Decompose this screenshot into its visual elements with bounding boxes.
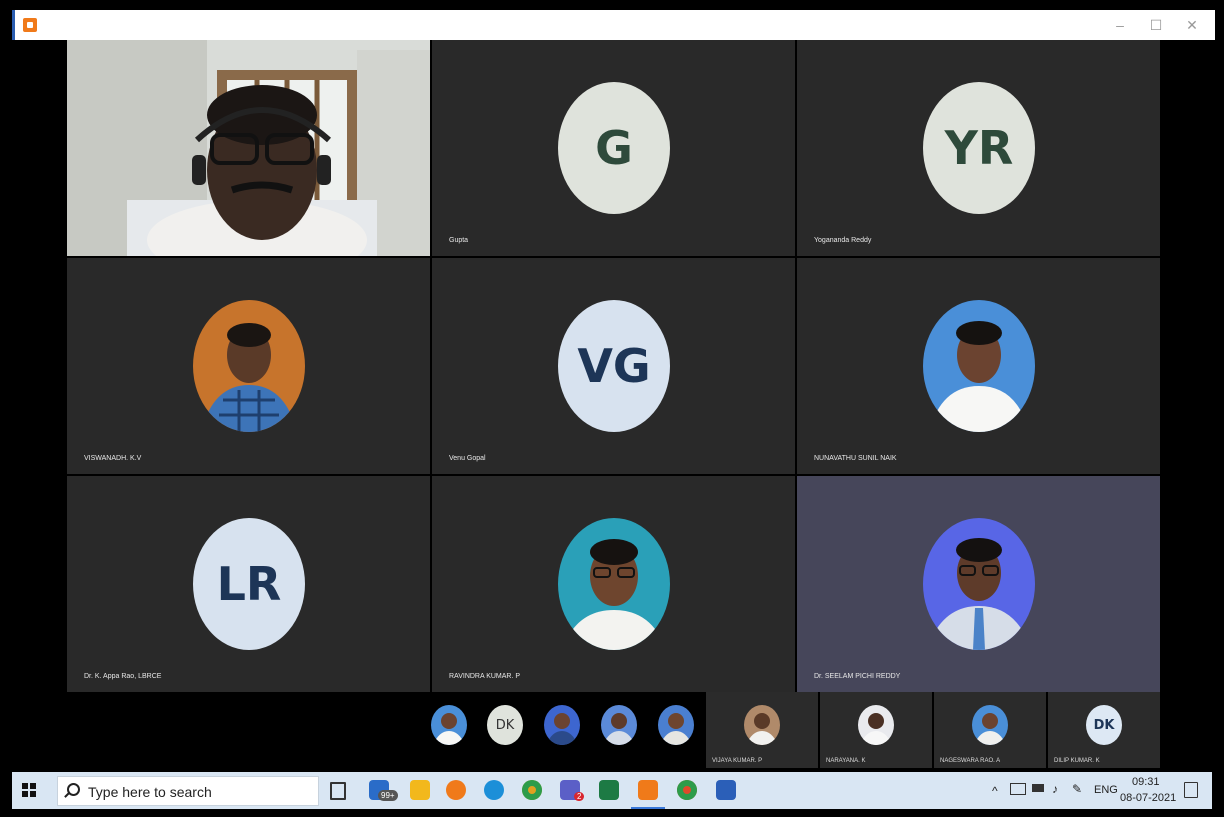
participant-tile[interactable]: G Gupta <box>432 40 795 256</box>
participant-thumbnail[interactable] <box>431 705 467 745</box>
app-icon <box>23 18 37 32</box>
battery-icon[interactable] <box>1032 784 1044 792</box>
participant-photo <box>193 300 305 432</box>
participant-tile[interactable]: YR Yogananda Reddy <box>797 40 1160 256</box>
participant-avatar: YR <box>923 82 1035 214</box>
avatar-initials: LR <box>216 557 282 611</box>
participant-photo <box>558 518 670 650</box>
mail-badge: 99+ <box>378 790 398 801</box>
volume-icon[interactable]: ♪ <box>1052 782 1058 796</box>
participant-photo <box>858 705 894 745</box>
participant-avatar: VG <box>558 300 670 432</box>
participant-avatar: DK <box>1086 705 1122 745</box>
network-icon[interactable] <box>1010 783 1026 795</box>
teams-badge: 2 <box>574 792 585 801</box>
participant-video <box>67 40 430 256</box>
participant-thumbnail[interactable]: DK DILIP KUMAR. K <box>1048 692 1160 768</box>
participant-thumbnail[interactable] <box>658 705 694 745</box>
active-app-indicator <box>631 807 665 809</box>
participant-name: RAVINDRA KUMAR. P <box>449 673 521 680</box>
chrome-icon[interactable] <box>677 780 697 800</box>
participant-tile-video[interactable] <box>67 40 430 256</box>
participant-thumbnail[interactable] <box>601 705 637 745</box>
excel-icon[interactable] <box>599 780 619 800</box>
participant-tile[interactable]: NUNAVATHU SUNIL NAIK <box>797 258 1160 474</box>
meeting-gallery: G Gupta YR Yogananda Reddy VISWANADH. K.… <box>20 40 1210 768</box>
participant-name: DILIP KUMAR. K <box>1054 758 1100 764</box>
participant-name: Gupta <box>449 237 469 244</box>
firefox-icon[interactable] <box>446 780 466 800</box>
participant-tile[interactable]: VISWANADH. K.V <box>67 258 430 474</box>
notifications-icon[interactable] <box>1184 782 1198 798</box>
participant-name: Dr. K. Appa Rao, LBRCE <box>84 673 162 680</box>
task-view-icon[interactable] <box>330 782 346 800</box>
show-hidden-icons-icon[interactable]: ^ <box>992 784 998 798</box>
participant-avatar: LR <box>193 518 305 650</box>
avatar-initials: DK <box>1093 717 1115 733</box>
participant-name: Yogananda Reddy <box>814 237 872 244</box>
participant-name: VIJAYA KUMAR. P <box>712 758 763 764</box>
edge-icon[interactable] <box>484 780 504 800</box>
maximize-button[interactable]: ☐ <box>1141 14 1171 36</box>
file-explorer-icon[interactable] <box>410 780 430 800</box>
meeting-app-icon[interactable] <box>638 780 658 800</box>
participant-name: NAGESWARA RAO. A <box>940 758 1001 764</box>
search-placeholder: Type here to search <box>88 784 212 800</box>
participant-thumbnail[interactable] <box>544 705 580 745</box>
participant-thumbnail[interactable]: DK <box>487 705 523 745</box>
participant-thumbnail[interactable]: NAGESWARA RAO. A <box>934 692 1046 768</box>
participant-thumbnail[interactable]: NARAYANA. K <box>820 692 932 768</box>
taskbar-search-input[interactable]: Type here to search <box>57 776 319 806</box>
participant-photo <box>923 300 1035 432</box>
participant-name: VISWANADH. K.V <box>84 455 142 462</box>
participant-photo <box>972 705 1008 745</box>
clock-date[interactable]: 08-07-2021 <box>1120 792 1176 804</box>
window-title-bar: – ☐ ✕ <box>12 10 1215 40</box>
word-icon[interactable] <box>716 780 736 800</box>
participant-tile[interactable]: LR Dr. K. Appa Rao, LBRCE <box>67 476 430 692</box>
participant-tile[interactable]: VG Venu Gopal <box>432 258 795 474</box>
windows-taskbar: Type here to search 99+ 2 ^ ♪ ✎ ENG 09:3… <box>12 772 1212 809</box>
participant-avatar: G <box>558 82 670 214</box>
participant-thumbnail[interactable]: VIJAYA KUMAR. P <box>706 692 818 768</box>
avatar-initials: DK <box>495 717 515 733</box>
participant-strip: DK VIJAYA KUMAR. P NARAYANA. K NAGESWARA… <box>20 692 1210 768</box>
participant-photo <box>744 705 780 745</box>
search-icon <box>67 783 80 796</box>
windows-start-icon[interactable] <box>22 783 36 797</box>
avatar-initials: YR <box>944 121 1014 175</box>
minimize-button[interactable]: – <box>1105 14 1135 36</box>
pen-icon[interactable]: ✎ <box>1072 782 1082 796</box>
clock-time[interactable]: 09:31 <box>1132 776 1160 788</box>
avatar-initials: G <box>595 121 633 175</box>
participant-name: Dr. SEELAM PICHI REDDY <box>814 673 901 680</box>
participant-tile-active-speaker[interactable]: Dr. SEELAM PICHI REDDY <box>797 476 1160 692</box>
avatar-initials: VG <box>577 339 651 393</box>
participant-name: NARAYANA. K <box>826 758 866 764</box>
participant-tile[interactable]: RAVINDRA KUMAR. P <box>432 476 795 692</box>
chrome-icon[interactable] <box>522 780 542 800</box>
language-indicator[interactable]: ENG <box>1094 784 1118 796</box>
participant-name: Venu Gopal <box>449 455 486 462</box>
participant-photo <box>923 518 1035 650</box>
participant-name: NUNAVATHU SUNIL NAIK <box>814 455 897 462</box>
close-button[interactable]: ✕ <box>1177 14 1207 36</box>
